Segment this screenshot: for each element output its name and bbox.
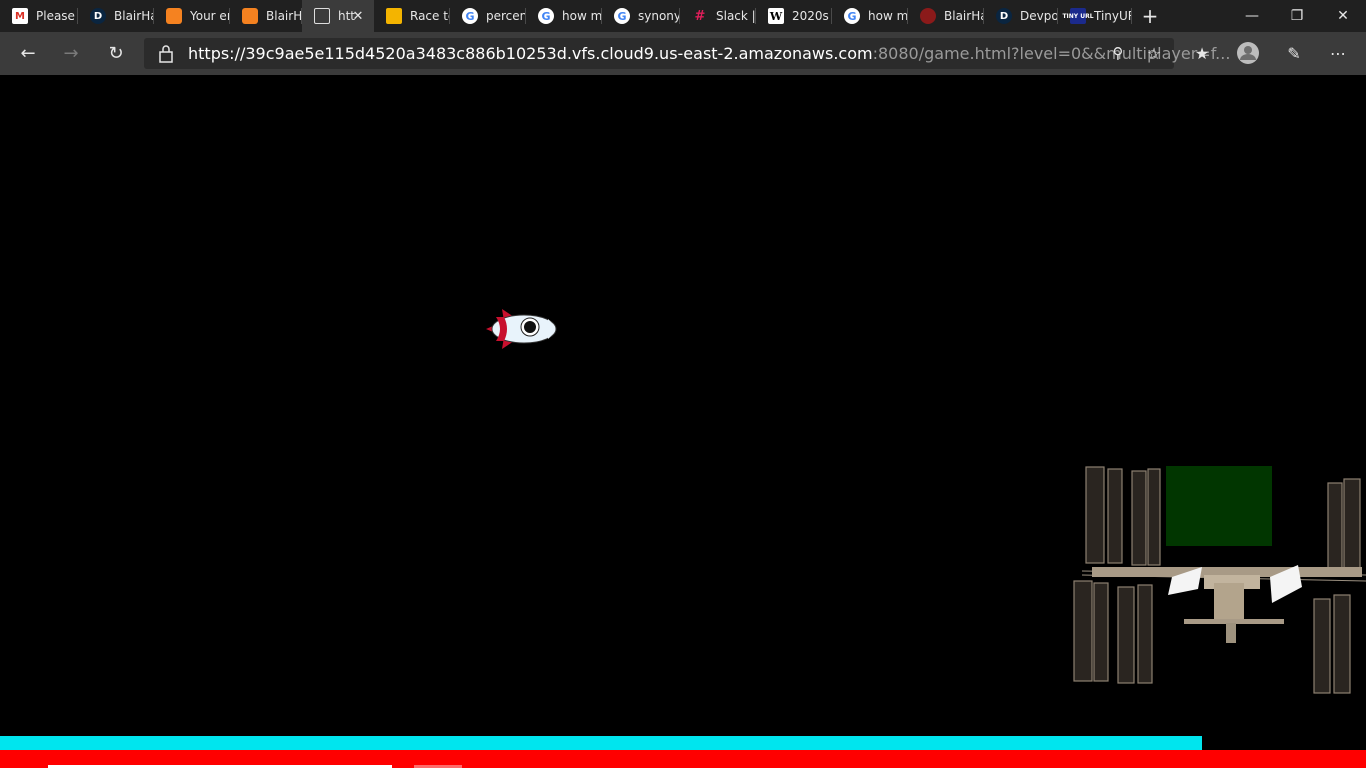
- browser-tab[interactable]: TINY URL TinyUR: [1058, 0, 1132, 32]
- favorites-icon[interactable]: ★: [1186, 37, 1218, 69]
- rocket-ship[interactable]: [484, 303, 562, 355]
- zoom-icon[interactable]: ⚲: [1102, 37, 1134, 69]
- tab-label: TinyUR: [1094, 9, 1132, 23]
- browser-tab[interactable]: D BlairHa: [78, 0, 154, 32]
- tab-label: 2020s i: [792, 9, 832, 23]
- url-host: https://39c9ae5e115d4520a3483c886b10253d…: [188, 44, 873, 63]
- google-icon: G: [538, 8, 554, 24]
- browser-tab[interactable]: Your er: [154, 0, 230, 32]
- page-icon: [314, 8, 330, 24]
- rocket-nose: [548, 319, 554, 339]
- new-tab-button[interactable]: +: [1132, 0, 1168, 32]
- game-canvas[interactable]: [0, 75, 1366, 768]
- tab-label: Slack |: [716, 9, 756, 23]
- wikipedia-icon: W: [768, 8, 784, 24]
- solar-panel: [1073, 580, 1093, 682]
- google-icon: G: [462, 8, 478, 24]
- station-module: [1214, 583, 1244, 619]
- solar-panel: [1085, 466, 1105, 564]
- station-module: [1226, 623, 1236, 643]
- minimize-button[interactable]: —: [1229, 0, 1275, 32]
- tab-label: Race tc: [410, 9, 450, 23]
- browser-tab[interactable]: Race tc: [374, 0, 450, 32]
- restore-button[interactable]: ❐: [1274, 0, 1320, 32]
- url-path: :8080/game.html?level=0&&multiplayer=f..…: [872, 44, 1231, 63]
- cube-icon: [166, 8, 182, 24]
- solar-panel: [1147, 468, 1161, 566]
- tab-strip: MPleaseDBlairHaYour erBlairHahtt✕Race tc…: [0, 0, 1366, 32]
- more-menu-icon[interactable]: ⋯: [1322, 37, 1354, 69]
- browser-tab[interactable]: htt ✕: [302, 0, 374, 32]
- google-icon: G: [614, 8, 630, 24]
- browser-tab[interactable]: BlairHa: [908, 0, 984, 32]
- solar-panel: [1107, 468, 1123, 564]
- gmail-icon: M: [12, 8, 28, 24]
- solar-panel: [1313, 598, 1331, 694]
- browser-tab[interactable]: Ghow m: [526, 0, 602, 32]
- browser-tab[interactable]: Gpercent: [450, 0, 526, 32]
- solar-panel: [1117, 586, 1135, 684]
- browser-tab[interactable]: Gsynony: [602, 0, 680, 32]
- tab-label: how m: [868, 9, 908, 23]
- solar-panel: [1327, 482, 1343, 576]
- devpost-icon: D: [996, 8, 1012, 24]
- tab-label: BlairHa: [944, 9, 984, 23]
- solar-panel: [1093, 582, 1109, 682]
- cube-icon: [242, 8, 258, 24]
- slack-icon: #: [694, 8, 706, 24]
- bug-icon: [920, 8, 936, 24]
- back-arrow-icon[interactable]: ←: [12, 37, 44, 69]
- refresh-icon[interactable]: ↻: [100, 37, 132, 69]
- tab-close-icon[interactable]: ✕: [350, 8, 366, 24]
- space-station: [1073, 466, 1366, 694]
- profile-avatar[interactable]: [1232, 37, 1264, 69]
- google-icon: G: [844, 8, 860, 24]
- address-text: https://39c9ae5e115d4520a3483c886b10253d…: [188, 44, 1230, 63]
- avatar-icon: [1237, 42, 1259, 64]
- solar-panel: [1137, 584, 1153, 684]
- forward-arrow-icon[interactable]: →: [55, 37, 87, 69]
- devpost-icon: D: [90, 8, 106, 24]
- tab-label: BlairHa: [266, 9, 302, 23]
- browser-tab[interactable]: W 2020s i: [756, 0, 832, 32]
- browser-tab[interactable]: Ghow m: [832, 0, 908, 32]
- slides-icon: [386, 8, 402, 24]
- close-window-button[interactable]: ✕: [1320, 0, 1366, 32]
- tab-label: synony: [638, 9, 680, 23]
- tab-label: Please: [36, 9, 75, 23]
- tab-label: Devpos: [1020, 9, 1058, 23]
- lock-icon: [159, 45, 173, 63]
- tab-label: percent: [486, 9, 526, 23]
- solar-panel: [1131, 470, 1147, 566]
- tab-label: BlairHa: [114, 9, 154, 23]
- fuel-bar: [0, 736, 1203, 750]
- browser-tab[interactable]: M Please: [0, 0, 78, 32]
- tab-label: how m: [562, 9, 602, 23]
- solar-panel: [1333, 594, 1351, 694]
- tinyurl-icon: TINY URL: [1062, 8, 1094, 24]
- browser-tab[interactable]: D Devpos: [984, 0, 1058, 32]
- solar-panel: [1343, 478, 1361, 576]
- browser-tab[interactable]: # Slack |: [680, 0, 756, 32]
- browser-tab[interactable]: BlairHa: [230, 0, 302, 32]
- favorite-star-icon[interactable]: ☆: [1138, 37, 1170, 69]
- tab-label: Your er: [190, 9, 230, 23]
- rocket-window: [524, 321, 536, 333]
- read-aloud-icon[interactable]: ✎: [1278, 37, 1310, 69]
